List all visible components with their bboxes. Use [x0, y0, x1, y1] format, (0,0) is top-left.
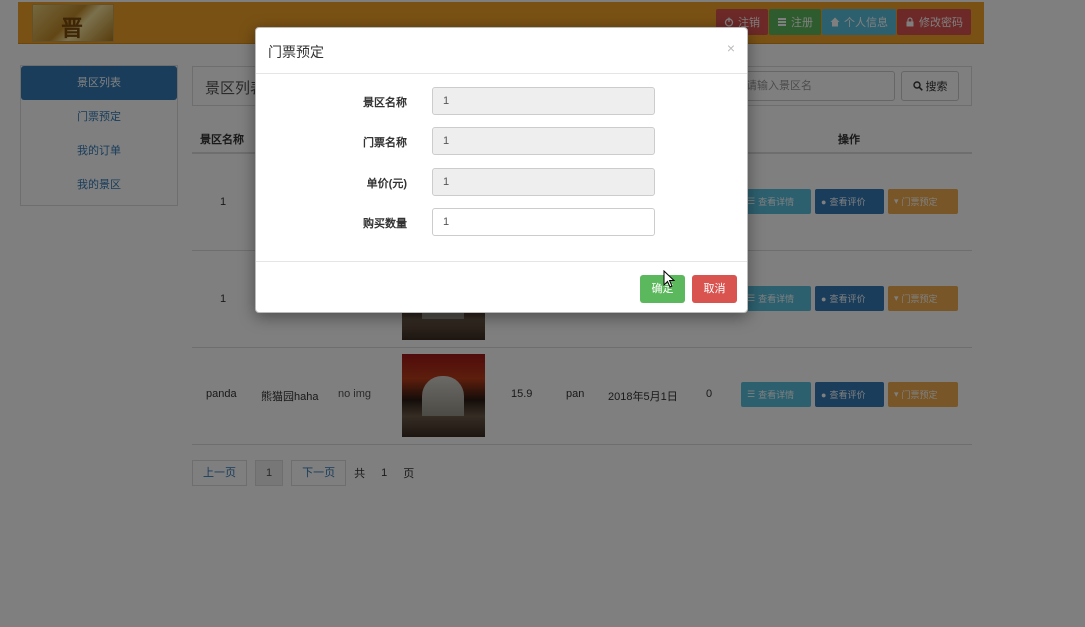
- quantity-label: 购买数量: [363, 218, 407, 230]
- ticket-name-field: 1: [432, 127, 655, 155]
- unit-price-label: 单价(元): [366, 178, 407, 190]
- form-row-scenic-name: 景区名称 1: [256, 87, 747, 115]
- ticket-name-label: 门票名称: [363, 137, 407, 149]
- close-icon[interactable]: ×: [727, 40, 735, 56]
- form-row-unit-price: 单价(元) 1: [256, 168, 747, 196]
- unit-price-field: 1: [432, 168, 655, 196]
- scenic-name-field: 1: [432, 87, 655, 115]
- modal-title: 门票预定: [268, 44, 324, 60]
- form-row-ticket-name: 门票名称 1: [256, 127, 747, 155]
- form-row-quantity: 购买数量 1: [256, 208, 747, 236]
- modal-header: 门票预定 ×: [256, 28, 747, 74]
- quantity-field[interactable]: 1: [432, 208, 655, 236]
- scenic-name-label: 景区名称: [363, 97, 407, 109]
- mouse-cursor-icon: [663, 270, 675, 288]
- cancel-button[interactable]: 取消: [692, 275, 737, 303]
